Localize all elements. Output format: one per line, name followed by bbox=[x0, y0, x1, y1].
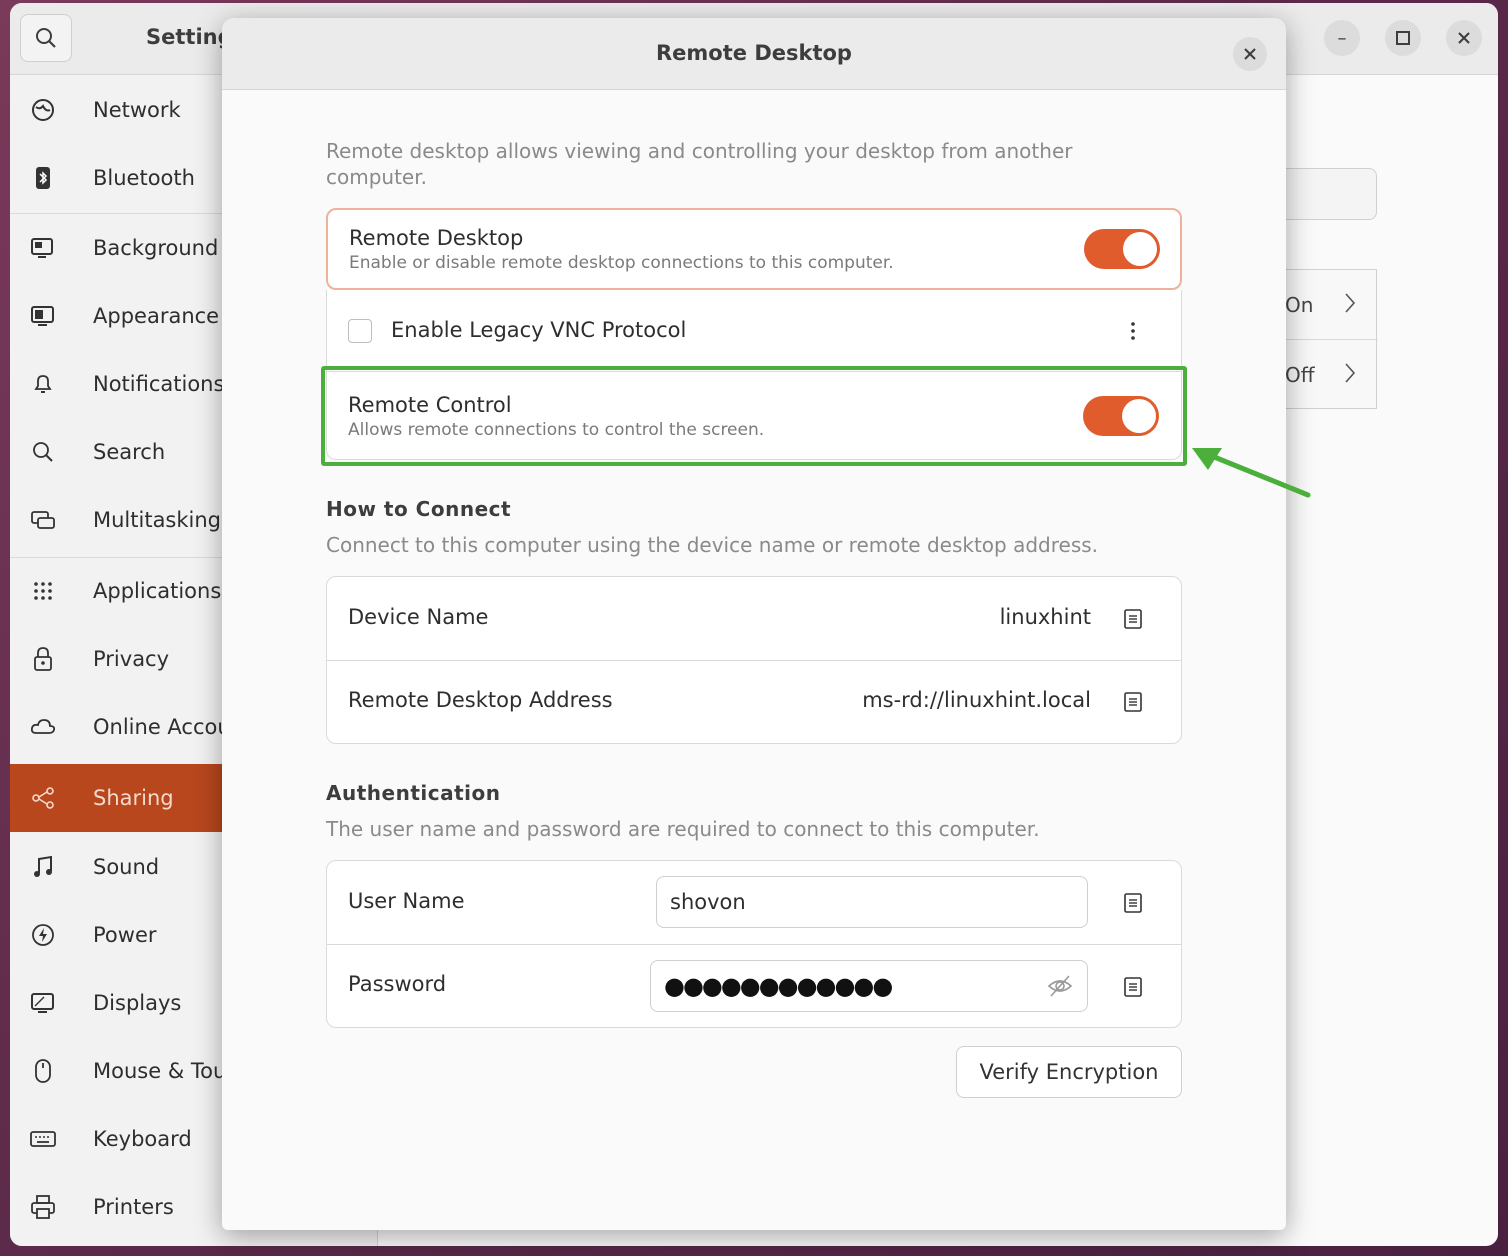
grid-icon bbox=[30, 578, 56, 604]
annotation-arrow-icon bbox=[1192, 448, 1311, 498]
sidebar-item-label: Appearance bbox=[93, 304, 220, 328]
vertical-dots-icon bbox=[1131, 322, 1135, 340]
background-text-field bbox=[1270, 168, 1377, 220]
copy-password-button[interactable] bbox=[1121, 975, 1145, 999]
remote-desktop-title: Remote Desktop bbox=[349, 226, 524, 250]
password-label: Password bbox=[348, 972, 447, 996]
more-options-button[interactable] bbox=[1123, 314, 1143, 348]
lock-icon bbox=[30, 646, 56, 672]
sidebar-item-label: Printers bbox=[93, 1195, 174, 1219]
sidebar-item-label: Network bbox=[93, 98, 181, 122]
row-status: On bbox=[1285, 292, 1314, 317]
device-name-label: Device Name bbox=[348, 605, 489, 629]
verify-encryption-button[interactable]: Verify Encryption bbox=[956, 1046, 1182, 1098]
background-list-row: On bbox=[1271, 270, 1378, 340]
user-name-input[interactable]: shovon bbox=[656, 876, 1088, 928]
cloud-icon bbox=[30, 714, 56, 740]
chevron-right-icon bbox=[1345, 293, 1356, 313]
password-input[interactable]: ●●●●●●●●●●●● bbox=[650, 960, 1088, 1012]
copy-icon bbox=[1124, 977, 1142, 997]
connection-info-list: Device Name linuxhint Remote Desktop Add… bbox=[326, 576, 1182, 744]
maximize-button[interactable] bbox=[1385, 20, 1421, 56]
dialog-description: Remote desktop allows viewing and contro… bbox=[326, 139, 1073, 189]
background-list-row: Off bbox=[1271, 340, 1378, 410]
background-icon bbox=[30, 235, 56, 261]
password-mask: ●●●●●●●●●●●● bbox=[664, 972, 893, 1000]
close-icon bbox=[1458, 32, 1470, 44]
row-status: Off bbox=[1285, 363, 1315, 387]
remote-desktop-dialog: Remote Desktop Remote desktop allows vie… bbox=[222, 18, 1286, 1230]
search-icon bbox=[36, 28, 56, 48]
eye-hidden-icon bbox=[1047, 975, 1073, 997]
bell-icon bbox=[30, 371, 56, 397]
appearance-icon bbox=[30, 303, 56, 329]
authentication-description: The user name and password are required … bbox=[326, 817, 1040, 841]
remote-address-value: ms-rd://linuxhint.local bbox=[862, 688, 1091, 712]
legacy-vnc-checkbox[interactable] bbox=[348, 319, 372, 343]
how-to-connect-description: Connect to this computer using the devic… bbox=[326, 533, 1099, 557]
remote-desktop-toggle[interactable] bbox=[1084, 229, 1160, 269]
copy-icon bbox=[1124, 893, 1142, 913]
power-icon bbox=[30, 922, 56, 948]
bluetooth-icon bbox=[30, 165, 56, 191]
reveal-password-button[interactable] bbox=[1047, 974, 1073, 998]
minimize-button[interactable]: – bbox=[1324, 20, 1360, 56]
network-icon bbox=[30, 97, 56, 123]
sidebar-item-label: Keyboard bbox=[93, 1127, 192, 1151]
search-icon bbox=[30, 439, 56, 465]
copy-address-button[interactable] bbox=[1121, 690, 1145, 714]
row-divider bbox=[327, 944, 1181, 945]
remote-address-label: Remote Desktop Address bbox=[348, 688, 613, 712]
search-button[interactable] bbox=[20, 14, 72, 62]
maximize-icon bbox=[1396, 31, 1410, 45]
sidebar-item-label: Background bbox=[93, 236, 219, 260]
multitasking-icon bbox=[30, 507, 56, 533]
row-divider bbox=[327, 660, 1181, 661]
display-icon bbox=[30, 990, 56, 1016]
how-to-connect-heading: How to Connect bbox=[326, 497, 512, 521]
sidebar-item-label: Power bbox=[93, 923, 157, 947]
copy-icon bbox=[1124, 609, 1142, 629]
authentication-list: User Name shovon Password ●●●●●●●●●●●● bbox=[326, 860, 1182, 1028]
sidebar-item-label: Sound bbox=[93, 855, 160, 879]
device-name-value: linuxhint bbox=[999, 605, 1091, 629]
close-icon bbox=[1244, 48, 1256, 60]
sidebar-item-label: Notifications bbox=[93, 372, 225, 396]
dialog-title: Remote Desktop bbox=[656, 41, 852, 65]
minimize-icon: – bbox=[1337, 27, 1347, 49]
share-icon bbox=[30, 785, 56, 811]
user-name-label: User Name bbox=[348, 889, 465, 913]
printer-icon bbox=[30, 1194, 56, 1220]
sidebar-item-label: Displays bbox=[93, 991, 182, 1015]
sidebar-item-label: Sharing bbox=[93, 786, 174, 810]
remote-desktop-row: Remote Desktop Enable or disable remote … bbox=[326, 208, 1182, 290]
legacy-vnc-label: Enable Legacy VNC Protocol bbox=[391, 318, 687, 342]
copy-device-name-button[interactable] bbox=[1121, 607, 1145, 631]
toggle-knob bbox=[1123, 232, 1157, 266]
sidebar-item-label: Search bbox=[93, 440, 166, 464]
copy-user-name-button[interactable] bbox=[1121, 891, 1145, 915]
mouse-icon bbox=[30, 1058, 56, 1084]
legacy-vnc-row: Enable Legacy VNC Protocol bbox=[326, 290, 1182, 372]
sidebar-item-label: Bluetooth bbox=[93, 166, 195, 190]
sidebar-item-label: Applications bbox=[93, 579, 222, 603]
background-sharing-list: On Off bbox=[1270, 269, 1378, 410]
copy-icon bbox=[1124, 692, 1142, 712]
authentication-heading: Authentication bbox=[326, 781, 501, 805]
dialog-close-button[interactable] bbox=[1233, 37, 1267, 71]
music-note-icon bbox=[30, 854, 56, 880]
remote-desktop-subtitle: Enable or disable remote desktop connect… bbox=[349, 253, 894, 273]
close-window-button[interactable] bbox=[1446, 20, 1482, 56]
chevron-right-icon bbox=[1345, 363, 1356, 383]
sidebar-item-label: Privacy bbox=[93, 647, 170, 671]
sidebar-item-label: Multitasking bbox=[93, 508, 222, 532]
app-title: Setting bbox=[146, 25, 233, 49]
dialog-header: Remote Desktop bbox=[222, 18, 1286, 90]
highlight-box bbox=[321, 366, 1187, 466]
keyboard-icon bbox=[30, 1126, 56, 1152]
